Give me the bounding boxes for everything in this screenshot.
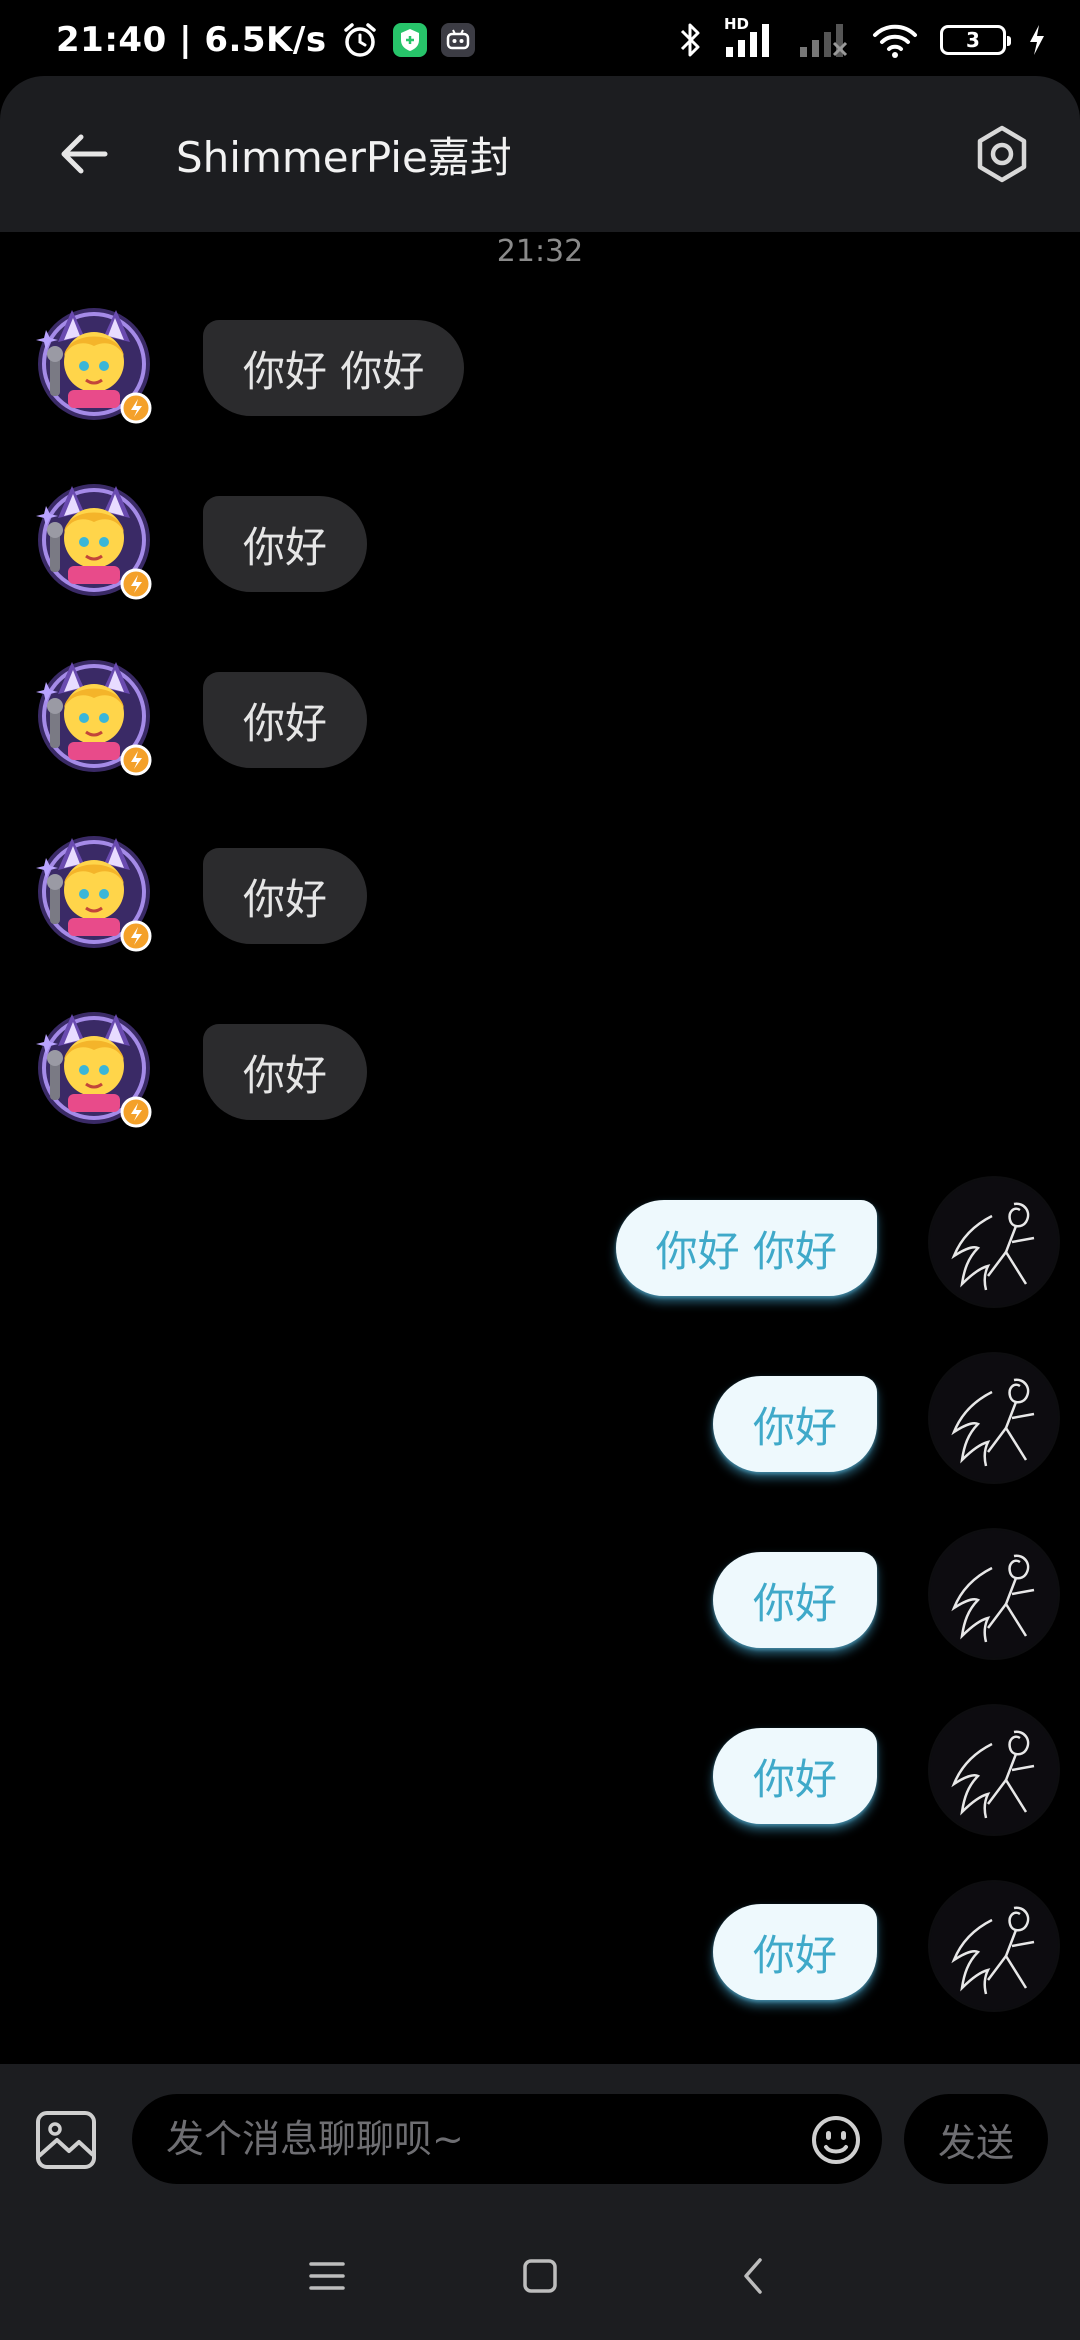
chat-title: ShimmerPie嘉封	[176, 132, 512, 182]
contact-avatar[interactable]	[28, 296, 160, 428]
incoming-message-bubble[interactable]: 你好	[203, 672, 368, 768]
emoji-button[interactable]	[808, 2112, 864, 2168]
back-button[interactable]	[46, 116, 122, 192]
incoming-message-bubble[interactable]: 你好	[203, 848, 368, 944]
arrow-left-icon	[61, 134, 108, 174]
message-row: 你好	[0, 1880, 1080, 2020]
message-input[interactable]	[132, 2094, 882, 2184]
send-button[interactable]: 发送	[904, 2094, 1048, 2184]
contact-avatar[interactable]	[28, 824, 160, 956]
outgoing-message-bubble[interactable]: 你好	[712, 1376, 877, 1472]
nav-back-button[interactable]	[713, 2236, 793, 2316]
hexagon-settings-icon	[977, 125, 1027, 183]
battery-icon: 3	[940, 25, 1011, 55]
message-row: 你好 你好	[0, 1176, 1080, 1316]
message-timestamp: 21:32	[496, 234, 584, 269]
outgoing-message-bubble[interactable]: 你好	[712, 1904, 877, 2000]
message-row: 你好	[0, 1352, 1080, 1492]
recents-button[interactable]	[287, 2236, 367, 2316]
contact-avatar[interactable]	[28, 648, 160, 780]
incoming-message-bubble[interactable]: 你好 你好	[203, 320, 465, 416]
outgoing-message-bubble[interactable]: 你好	[712, 1552, 877, 1648]
chat-screen: 21:40 | 6.5K/s HD 3 ShimmerPie嘉封 21:32 你…	[0, 0, 1080, 2340]
message-row: 你好	[0, 1528, 1080, 1668]
system-nav-bar	[0, 2216, 1080, 2336]
alarm-icon	[341, 21, 379, 59]
image-button[interactable]	[30, 2104, 102, 2176]
outgoing-message-bubble[interactable]: 你好	[712, 1728, 877, 1824]
status-bar: 21:40 | 6.5K/s HD 3	[0, 0, 1080, 80]
user-avatar[interactable]	[928, 1704, 1060, 1836]
home-button[interactable]	[500, 2236, 580, 2316]
bluetooth-icon	[678, 21, 702, 59]
robot-app-icon	[440, 23, 475, 57]
message-row: 你好	[0, 1000, 1080, 1140]
contact-avatar[interactable]	[28, 472, 160, 604]
message-list[interactable]: 21:32 你好 你好 你好 你好 你好 你好 你好 你好 你好 你好 你好 你好	[0, 232, 1080, 2064]
menu-icon	[308, 2262, 345, 2290]
incoming-message-bubble[interactable]: 你好	[203, 496, 368, 592]
shield-app-icon	[392, 23, 427, 57]
settings-button[interactable]	[964, 116, 1040, 192]
emoji-icon	[812, 2116, 860, 2164]
chat-header: ShimmerPie嘉封	[0, 76, 1080, 232]
outgoing-message-bubble[interactable]: 你好 你好	[615, 1200, 877, 1296]
status-right: HD 3	[678, 15, 1046, 59]
message-row: 你好	[0, 824, 1080, 964]
home-square-icon	[523, 2259, 557, 2293]
user-avatar[interactable]	[928, 1528, 1060, 1660]
battery-level: 3	[966, 28, 980, 52]
message-row: 你好	[0, 472, 1080, 612]
user-avatar[interactable]	[928, 1176, 1060, 1308]
message-row: 你好	[0, 648, 1080, 788]
message-row: 你好	[0, 1704, 1080, 1844]
status-time-speed: 21:40 | 6.5K/s	[56, 20, 327, 60]
wifi-icon	[872, 21, 918, 59]
incoming-message-bubble[interactable]: 你好	[203, 1024, 368, 1120]
signal-weak-icon	[798, 21, 850, 59]
charging-icon	[1028, 24, 1046, 56]
signal-icon: HD	[724, 15, 776, 59]
back-chevron-icon	[744, 2258, 763, 2294]
contact-avatar[interactable]	[28, 1000, 160, 1132]
status-left: 21:40 | 6.5K/s	[56, 20, 475, 60]
message-row: 你好 你好	[0, 296, 1080, 436]
user-avatar[interactable]	[928, 1352, 1060, 1484]
user-avatar[interactable]	[928, 1880, 1060, 2012]
image-icon	[36, 2111, 96, 2169]
network-type-label: HD	[724, 15, 750, 33]
